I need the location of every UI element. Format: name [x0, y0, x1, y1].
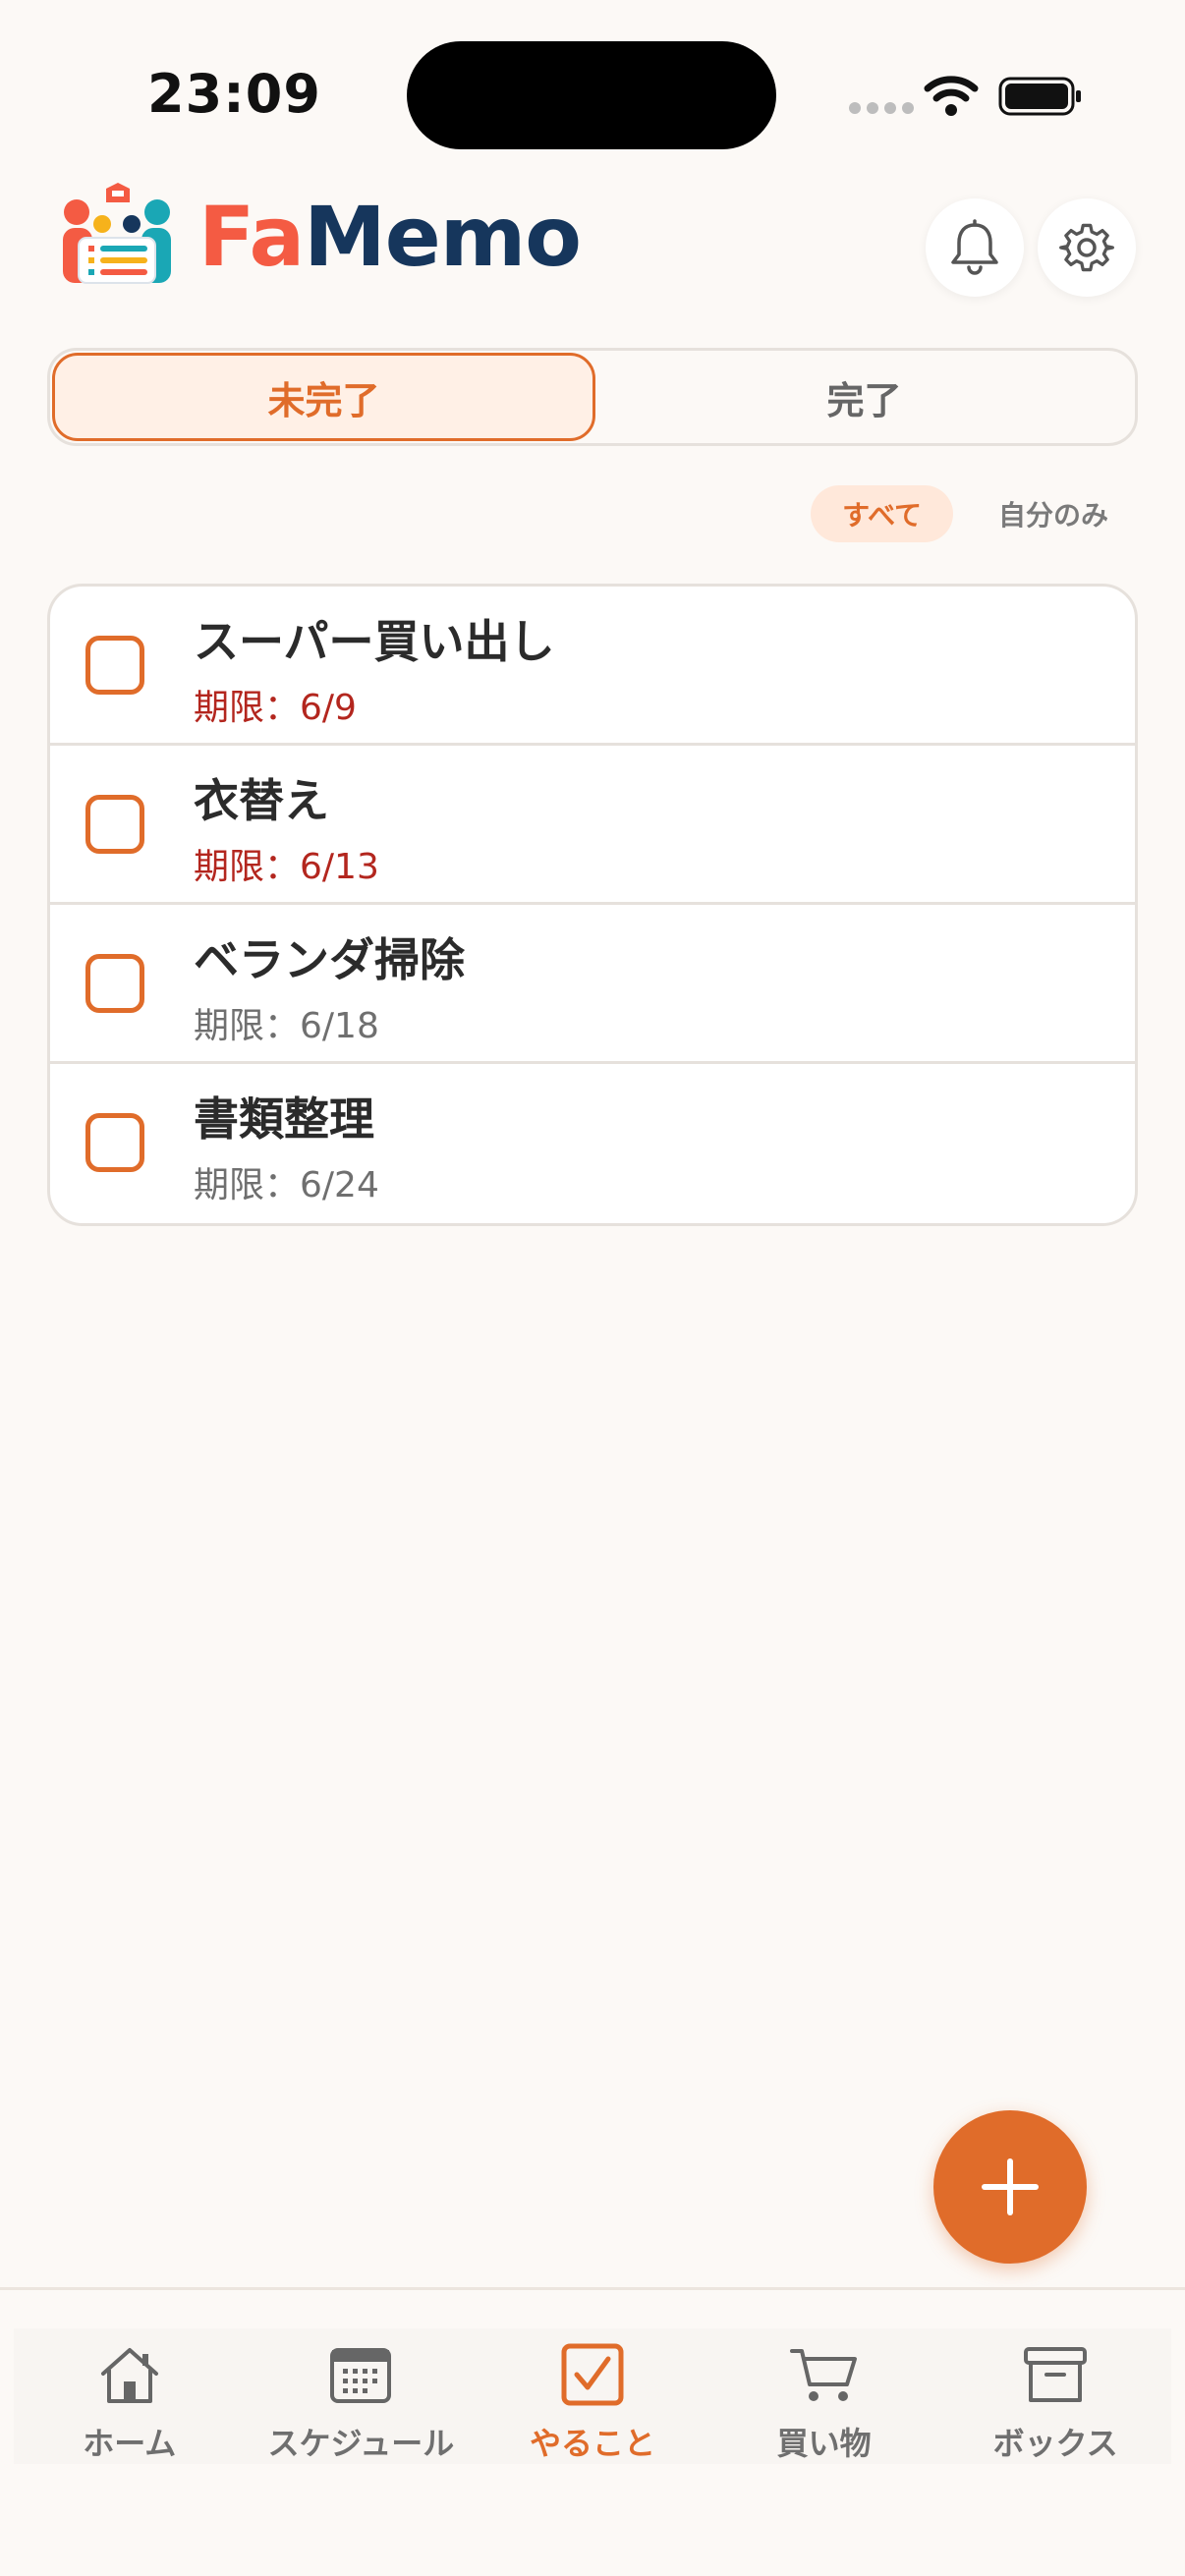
app-logo: FaMemo: [59, 183, 582, 291]
task-row[interactable]: スーパー買い出し 期限：6/9: [50, 587, 1135, 746]
settings-button[interactable]: [1038, 198, 1136, 297]
nav-shopping-label: 買い物: [776, 2425, 872, 2462]
task-due-date: 期限：6/13: [194, 847, 379, 887]
task-title: スーパー買い出し: [194, 615, 555, 668]
task-title: ベランダ掃除: [194, 933, 465, 986]
battery-icon: [998, 77, 1081, 116]
nav-box-label: ボックス: [992, 2425, 1118, 2462]
task-row[interactable]: 書類整理 期限：6/24: [50, 1064, 1135, 1223]
assignee-filter: すべて 自分のみ: [811, 485, 1140, 542]
bottom-navigation: ホーム スケジュール やること 買い物 ボックス: [14, 2328, 1171, 2464]
nav-todo-label: やること: [529, 2425, 655, 2462]
nav-shopping[interactable]: 買い物: [708, 2328, 940, 2464]
todo-screen: 23:09 FaMemo 未完了 完了 すべて 自分のみ スーパー買い出し 期限…: [0, 0, 1185, 2576]
task-row[interactable]: 衣替え 期限：6/13: [50, 746, 1135, 905]
logo-text-memo: Memo: [304, 189, 582, 285]
task-due-date: 期限：6/18: [194, 1006, 379, 1046]
add-task-button[interactable]: [933, 2110, 1087, 2264]
task-due-date: 期限：6/9: [194, 688, 357, 728]
bell-icon: [951, 219, 998, 275]
gear-icon: [1059, 223, 1114, 272]
nav-home-label: ホーム: [83, 2425, 177, 2462]
notifications-button[interactable]: [926, 198, 1024, 297]
task-checkbox[interactable]: [85, 636, 144, 695]
cart-icon: [789, 2349, 857, 2401]
nav-schedule[interactable]: スケジュール: [246, 2328, 478, 2464]
plus-icon: [982, 2158, 1039, 2215]
signal-icon: [849, 102, 914, 114]
tab-complete[interactable]: 完了: [595, 353, 1133, 441]
wifi-icon: [924, 76, 979, 116]
task-list: スーパー買い出し 期限：6/9 衣替え 期限：6/13 ベランダ掃除 期限：6/…: [47, 584, 1138, 1226]
app-name: FaMemo: [198, 189, 582, 285]
filter-all-chip[interactable]: すべて: [811, 485, 953, 542]
task-checkbox[interactable]: [85, 1113, 144, 1172]
home-icon: [100, 2348, 158, 2403]
nav-home[interactable]: ホーム: [14, 2328, 246, 2464]
task-checkbox[interactable]: [85, 795, 144, 854]
logo-text-fa: Fa: [198, 189, 305, 285]
nav-todo[interactable]: やること: [477, 2328, 708, 2464]
nav-divider: [0, 2287, 1185, 2290]
dynamic-island: [407, 41, 776, 149]
task-title: 書類整理: [194, 1092, 374, 1146]
task-row[interactable]: ベランダ掃除 期限：6/18: [50, 905, 1135, 1064]
nav-box[interactable]: ボックス: [939, 2328, 1171, 2464]
tab-incomplete[interactable]: 未完了: [52, 353, 595, 441]
nav-schedule-label: スケジュール: [267, 2425, 455, 2462]
status-segment: 未完了 完了: [47, 348, 1138, 446]
task-checkbox[interactable]: [85, 954, 144, 1013]
task-title: 衣替え: [194, 774, 329, 827]
checkbox-icon: [561, 2343, 624, 2406]
archive-box-icon: [1024, 2347, 1088, 2402]
calendar-icon: [330, 2348, 392, 2403]
filter-mine-chip[interactable]: 自分のみ: [967, 485, 1140, 542]
task-due-date: 期限：6/24: [194, 1165, 379, 1205]
status-time: 23:09: [147, 63, 321, 125]
family-logo-icon: [63, 183, 171, 284]
